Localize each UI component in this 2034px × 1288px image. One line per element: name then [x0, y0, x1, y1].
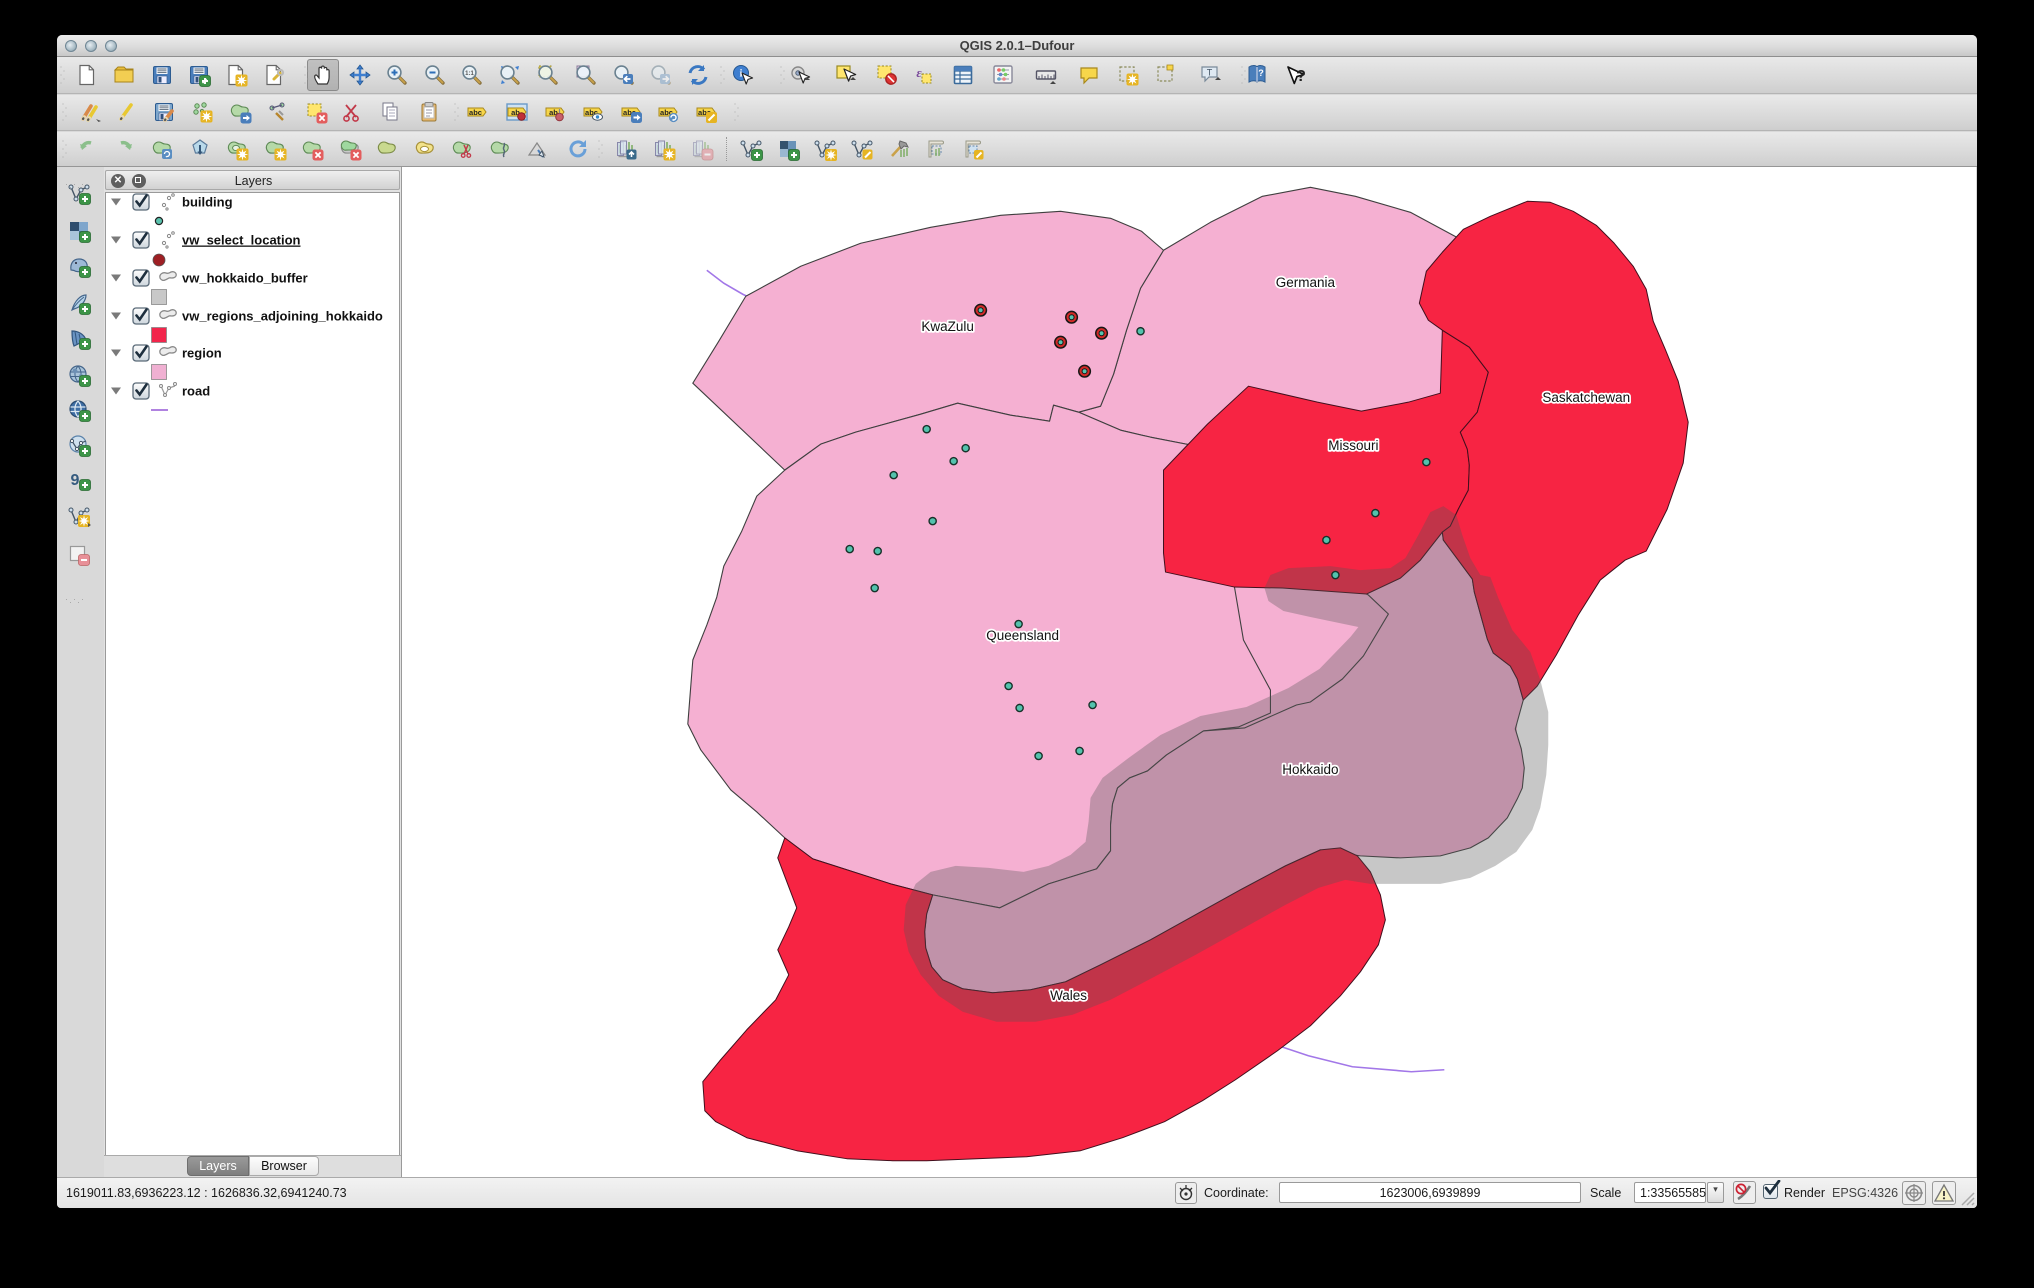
- svg-text:ε: ε: [916, 65, 922, 80]
- svg-text:?: ?: [1296, 68, 1306, 85]
- svg-text:Germania: Germania: [1276, 275, 1336, 290]
- svg-text:T: T: [1207, 68, 1213, 78]
- svg-text:abc: abc: [469, 108, 482, 117]
- svg-text:Wales: Wales: [1050, 988, 1087, 1003]
- svg-text:1:1: 1:1: [465, 71, 474, 77]
- svg-text:building: building: [182, 195, 233, 210]
- svg-text:Missouri: Missouri: [1328, 438, 1378, 453]
- svg-text:Queensland: Queensland: [986, 628, 1059, 643]
- svg-text:KwaZulu: KwaZulu: [921, 319, 973, 334]
- svg-text:vw_hokkaido_buffer: vw_hokkaido_buffer: [182, 271, 308, 286]
- svg-text:Hokkaido: Hokkaido: [1282, 762, 1338, 777]
- svg-text:region: region: [182, 346, 222, 361]
- svg-text:Saskatchewan: Saskatchewan: [1542, 390, 1630, 405]
- svg-text:vw_regions_adjoining_hokkaido: vw_regions_adjoining_hokkaido: [182, 309, 383, 324]
- svg-text:?: ?: [1258, 68, 1264, 78]
- svg-text:vw_select_location: vw_select_location: [182, 233, 301, 248]
- svg-text:9: 9: [71, 472, 80, 489]
- svg-text:road: road: [182, 384, 210, 399]
